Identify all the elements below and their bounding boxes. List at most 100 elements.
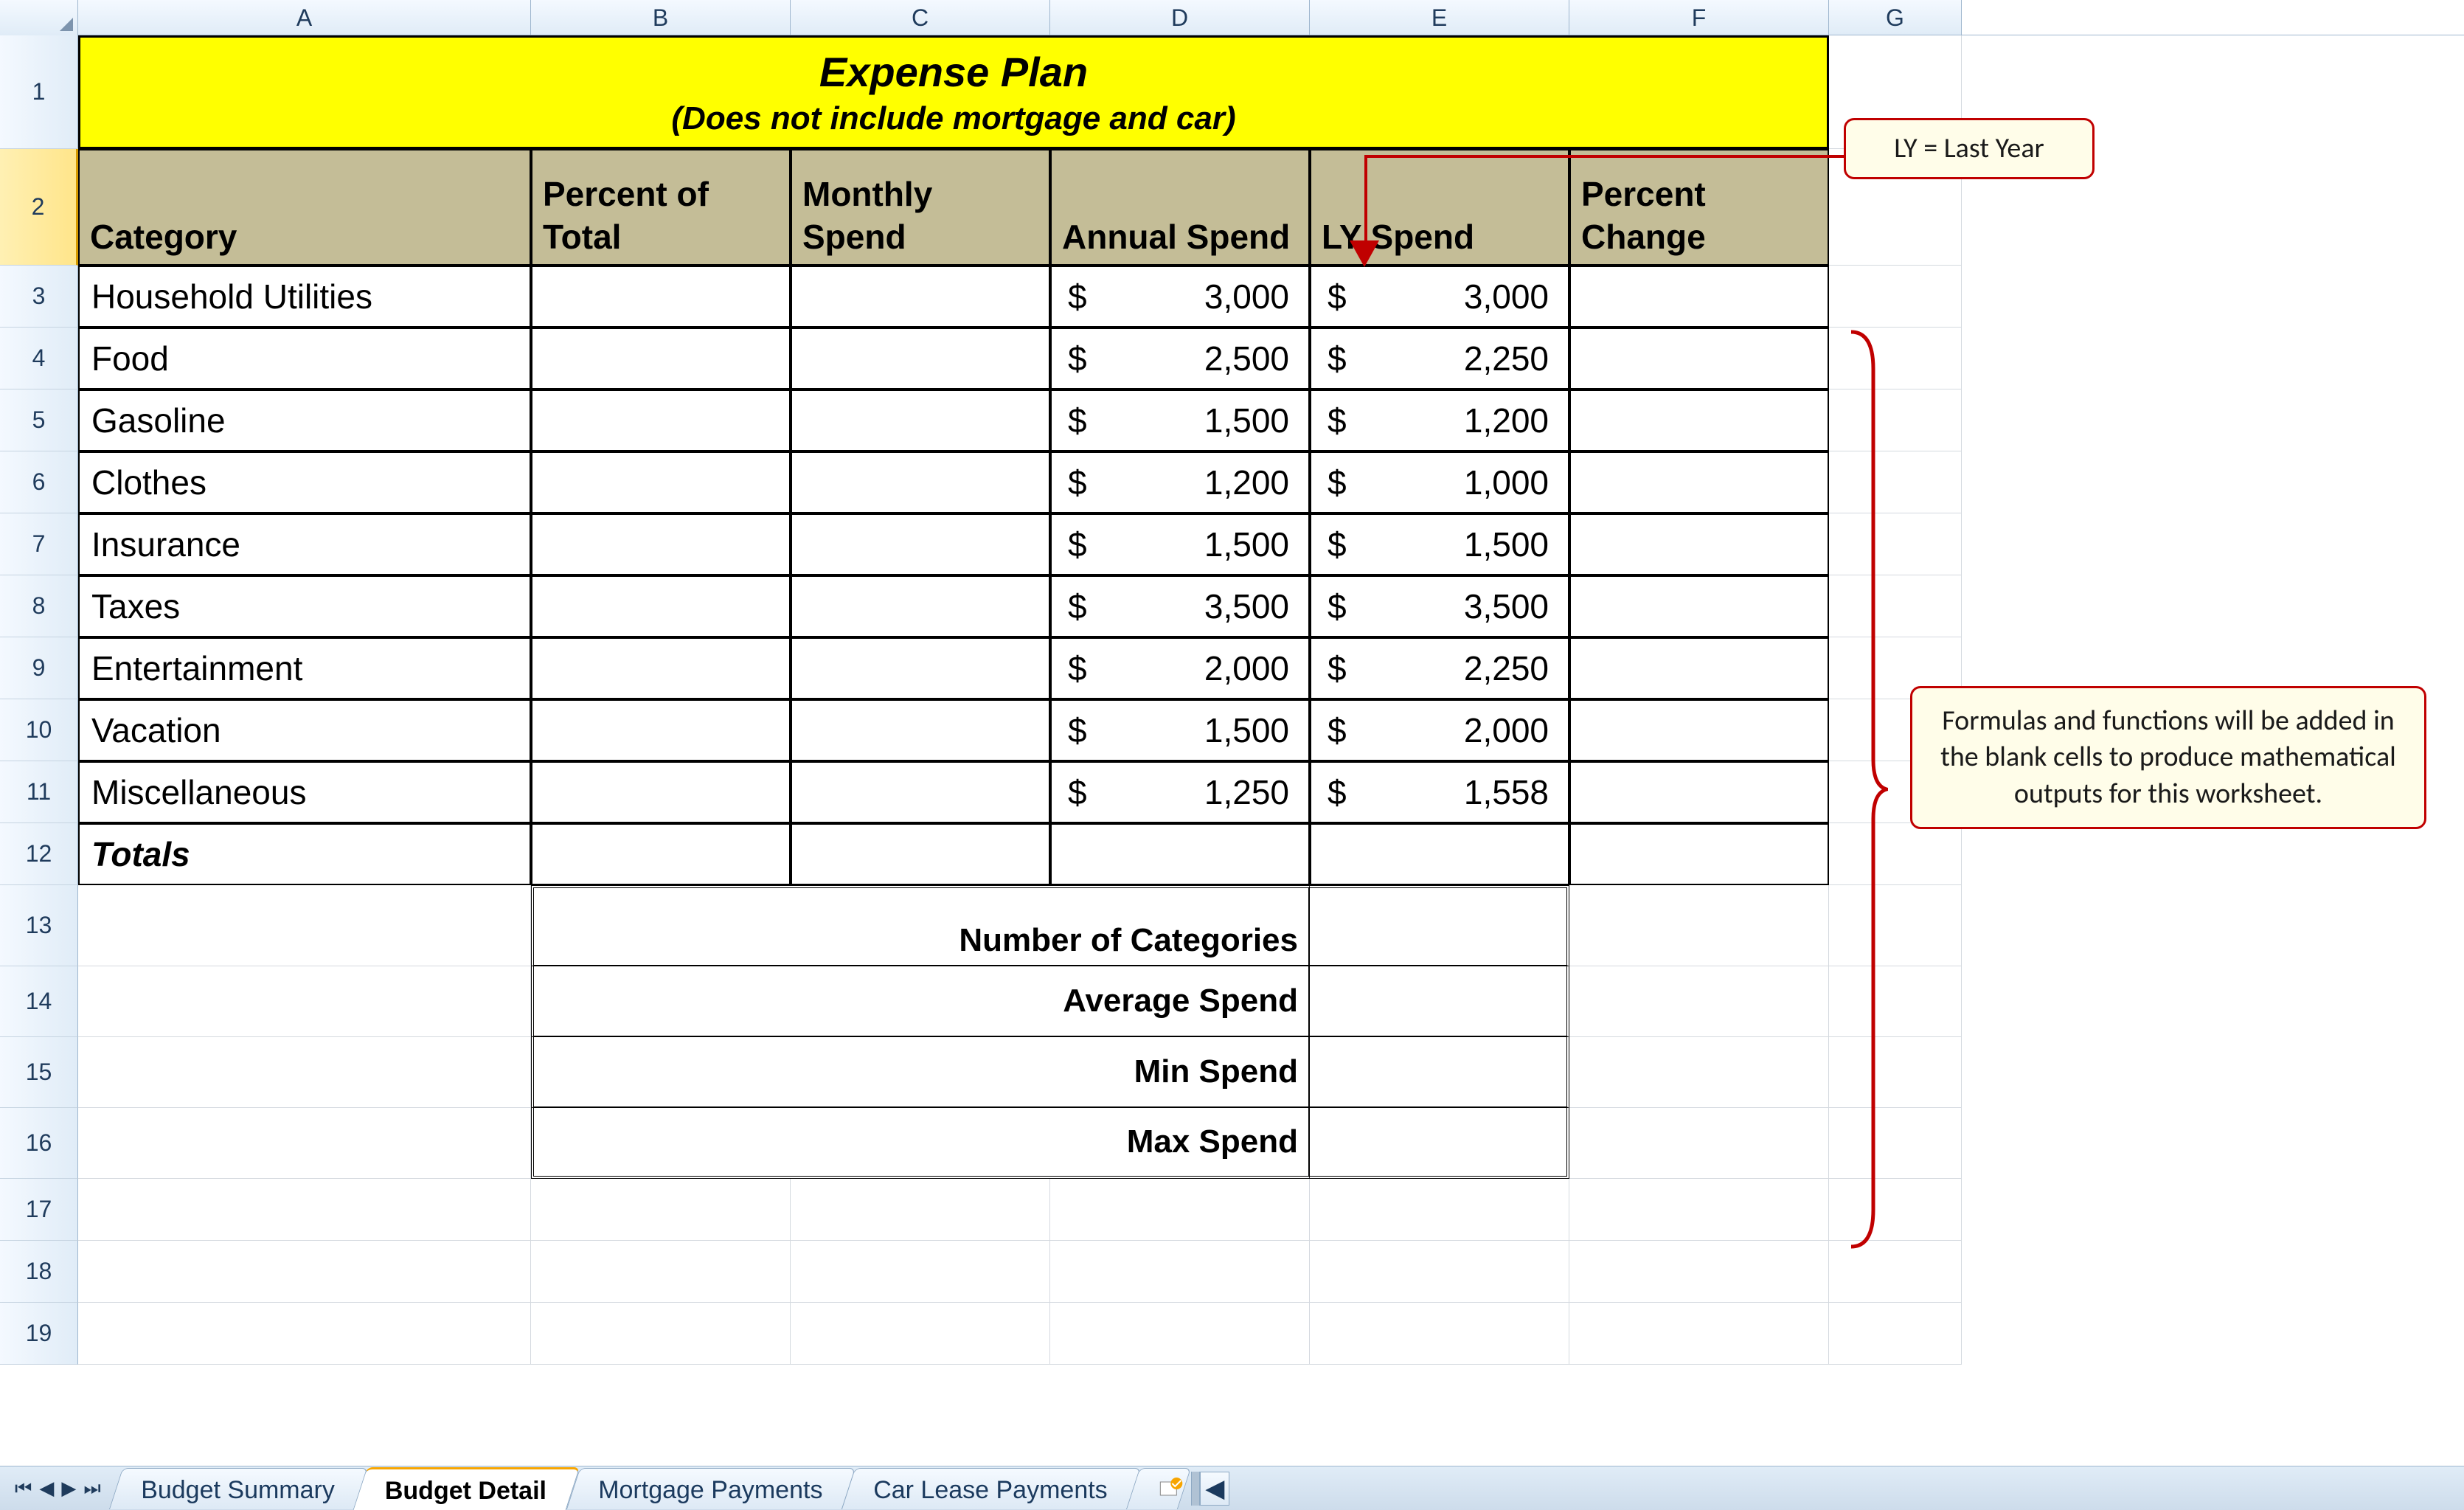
tab-nav-prev-icon[interactable]: ◀	[39, 1477, 54, 1500]
cell-category[interactable]: Gasoline	[78, 389, 531, 451]
row-header-1[interactable]: 1	[0, 35, 78, 149]
cell-F19[interactable]	[1569, 1303, 1829, 1365]
cell-monthly[interactable]	[791, 761, 1050, 823]
row-header-2[interactable]: 2	[0, 149, 78, 266]
header-percent-total[interactable]: Percent of Total	[531, 149, 791, 266]
cell-monthly[interactable]	[791, 328, 1050, 389]
stat-value-categories[interactable]	[1310, 885, 1569, 966]
row-header-8[interactable]: 8	[0, 575, 78, 637]
col-header-G[interactable]: G	[1829, 0, 1962, 35]
cell-ly[interactable]: $1,558	[1310, 761, 1569, 823]
cell-C17[interactable]	[791, 1179, 1050, 1241]
cell-D19[interactable]	[1050, 1303, 1310, 1365]
cell-ly[interactable]: $1,200	[1310, 389, 1569, 451]
cell-change[interactable]	[1569, 389, 1829, 451]
cell-change[interactable]	[1569, 761, 1829, 823]
row-header-18[interactable]: 18	[0, 1241, 78, 1303]
cell-ly[interactable]: $1,500	[1310, 513, 1569, 575]
stat-label-max[interactable]: Max Spend	[531, 1108, 1310, 1179]
cell-category[interactable]: Insurance	[78, 513, 531, 575]
cell-annual[interactable]: $3,500	[1050, 575, 1310, 637]
stat-label-min[interactable]: Min Spend	[531, 1037, 1310, 1108]
row-header-10[interactable]: 10	[0, 699, 78, 761]
row-header-15[interactable]: 15	[0, 1037, 78, 1108]
cell-F15[interactable]	[1569, 1037, 1829, 1108]
row-header-19[interactable]: 19	[0, 1303, 78, 1365]
cell-annual[interactable]: $1,200	[1050, 451, 1310, 513]
cell-change[interactable]	[1569, 699, 1829, 761]
totals-monthly[interactable]	[791, 823, 1050, 885]
cell-percent[interactable]	[531, 513, 791, 575]
cell-category[interactable]: Food	[78, 328, 531, 389]
cell-category[interactable]: Miscellaneous	[78, 761, 531, 823]
cell-monthly[interactable]	[791, 575, 1050, 637]
header-monthly-spend[interactable]: Monthly Spend	[791, 149, 1050, 266]
cell-annual[interactable]: $1,500	[1050, 389, 1310, 451]
cell-annual[interactable]: $1,250	[1050, 761, 1310, 823]
cell-percent[interactable]	[531, 637, 791, 699]
tab-nav-first-icon[interactable]: ⏮	[15, 1477, 32, 1500]
cell-annual[interactable]: $3,000	[1050, 266, 1310, 328]
tab-budget-detail[interactable]: Budget Detail	[353, 1467, 580, 1510]
tab-car-lease-payments[interactable]: Car Lease Payments	[841, 1468, 1141, 1509]
row-header-13[interactable]: 13	[0, 885, 78, 966]
col-header-D[interactable]: D	[1050, 0, 1310, 35]
cell-ly[interactable]: $3,000	[1310, 266, 1569, 328]
col-header-B[interactable]: B	[531, 0, 791, 35]
cell-category[interactable]: Vacation	[78, 699, 531, 761]
row-header-3[interactable]: 3	[0, 266, 78, 328]
row-header-11[interactable]: 11	[0, 761, 78, 823]
cell-monthly[interactable]	[791, 266, 1050, 328]
cell-A17[interactable]	[78, 1179, 531, 1241]
cell-percent[interactable]	[531, 389, 791, 451]
cell-monthly[interactable]	[791, 513, 1050, 575]
cell-category[interactable]: Taxes	[78, 575, 531, 637]
totals-annual[interactable]	[1050, 823, 1310, 885]
cell-category[interactable]: Entertainment	[78, 637, 531, 699]
cell-annual[interactable]: $1,500	[1050, 513, 1310, 575]
totals-percent[interactable]	[531, 823, 791, 885]
cell-D17[interactable]	[1050, 1179, 1310, 1241]
cell-E17[interactable]	[1310, 1179, 1569, 1241]
row-header-5[interactable]: 5	[0, 389, 78, 451]
cell-monthly[interactable]	[791, 699, 1050, 761]
cell-F13[interactable]	[1569, 885, 1829, 966]
col-header-A[interactable]: A	[78, 0, 531, 35]
cell-ly[interactable]: $1,000	[1310, 451, 1569, 513]
cell-percent[interactable]	[531, 451, 791, 513]
cell-change[interactable]	[1569, 513, 1829, 575]
cell-C19[interactable]	[791, 1303, 1050, 1365]
cell-B18[interactable]	[531, 1241, 791, 1303]
cell-change[interactable]	[1569, 266, 1829, 328]
cell-change[interactable]	[1569, 637, 1829, 699]
col-header-E[interactable]: E	[1310, 0, 1569, 35]
cell-F16[interactable]	[1569, 1108, 1829, 1179]
cell-monthly[interactable]	[791, 637, 1050, 699]
cell-ly[interactable]: $3,500	[1310, 575, 1569, 637]
cell-G19[interactable]	[1829, 1303, 1962, 1365]
col-header-C[interactable]: C	[791, 0, 1050, 35]
header-annual-spend[interactable]: Annual Spend	[1050, 149, 1310, 266]
row-header-4[interactable]: 4	[0, 328, 78, 389]
cell-annual[interactable]: $2,000	[1050, 637, 1310, 699]
totals-ly[interactable]	[1310, 823, 1569, 885]
cell-ly[interactable]: $2,250	[1310, 637, 1569, 699]
cell-E18[interactable]	[1310, 1241, 1569, 1303]
row-header-9[interactable]: 9	[0, 637, 78, 699]
cell-F18[interactable]	[1569, 1241, 1829, 1303]
header-ly-spend[interactable]: LY Spend	[1310, 149, 1569, 266]
col-header-F[interactable]: F	[1569, 0, 1829, 35]
cell-percent[interactable]	[531, 761, 791, 823]
cell-F14[interactable]	[1569, 966, 1829, 1037]
cell-A13[interactable]	[78, 885, 531, 966]
row-header-17[interactable]: 17	[0, 1179, 78, 1241]
header-percent-change[interactable]: Percent Change	[1569, 149, 1829, 266]
row-header-14[interactable]: 14	[0, 966, 78, 1037]
row-header-12[interactable]: 12	[0, 823, 78, 885]
select-all-corner[interactable]	[0, 0, 78, 35]
tab-scroll-split[interactable]	[1191, 1472, 1200, 1506]
cell-A16[interactable]	[78, 1108, 531, 1179]
cell-annual[interactable]: $2,500	[1050, 328, 1310, 389]
cell-A18[interactable]	[78, 1241, 531, 1303]
stat-value-average[interactable]	[1310, 966, 1569, 1037]
